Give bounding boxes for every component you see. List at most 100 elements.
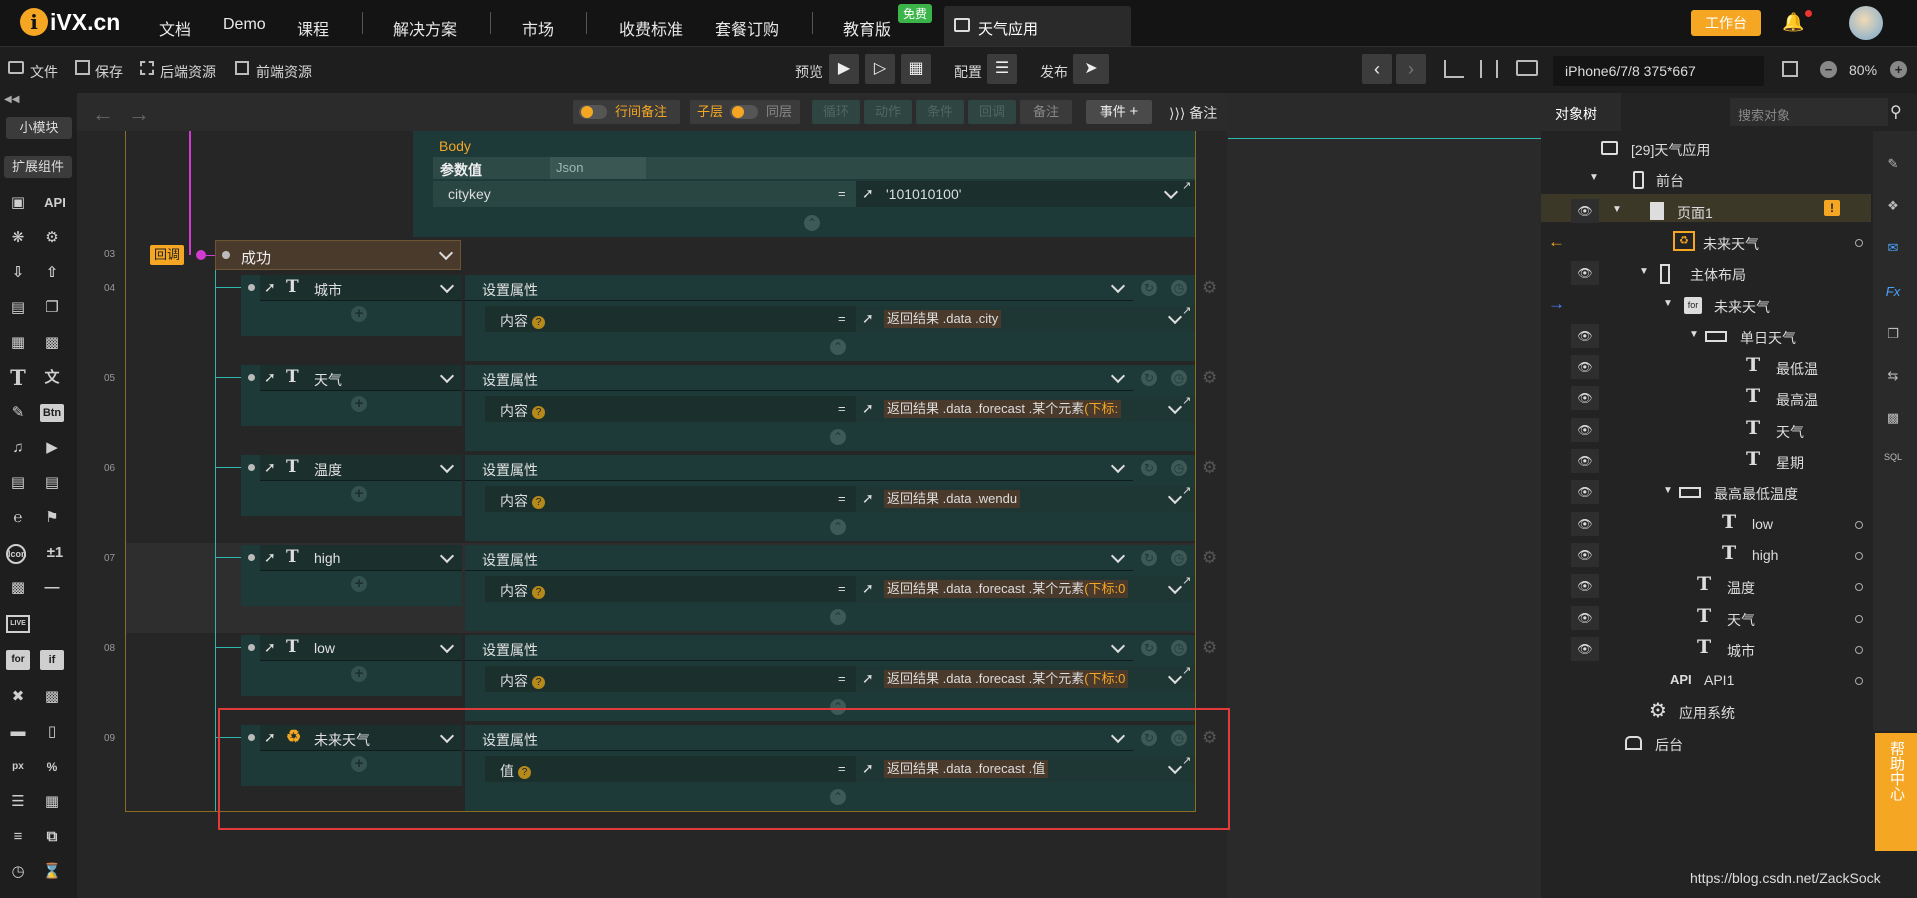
expand-triangle-icon[interactable]: ▼ [1689, 329, 1699, 340]
device-icon[interactable] [1516, 60, 1538, 76]
edit-icon[interactable]: ✎ [6, 401, 30, 425]
copy-icon[interactable]: ❐ [40, 296, 64, 320]
visibility-eye-icon[interactable]: 👁 [1571, 511, 1599, 536]
logo-text[interactable]: iVX.cn [50, 9, 120, 36]
hourglass-icon[interactable]: ⌛ [40, 860, 64, 884]
tree-item-label[interactable]: 后台 [1655, 735, 1683, 755]
property-value-field[interactable]: ➚ 返回结果 .data .forecast .某个元素(下标:0 ↗ [856, 665, 1195, 692]
undo-arrow-icon[interactable]: ← [92, 101, 114, 127]
settings-gear-icon[interactable]: ⚙ [1202, 458, 1217, 478]
add-action-button[interactable]: + [351, 666, 367, 682]
inline-note-toggle[interactable]: 行间备注 [573, 100, 680, 124]
video-icon[interactable]: ▶ [40, 436, 64, 460]
refresh-icon[interactable]: ↻ [1141, 370, 1157, 386]
help-center-button[interactable]: 帮助中心 [1875, 733, 1917, 851]
form-list-icon[interactable]: ▤ [40, 471, 64, 495]
config-sliders-button[interactable]: ☰ [987, 54, 1017, 84]
action-button[interactable]: 动作 [864, 100, 912, 124]
help-icon[interactable]: ? [532, 316, 545, 329]
refresh-icon[interactable]: ↻ [1141, 280, 1157, 296]
form-icon[interactable]: ▤ [6, 471, 30, 495]
transfer-icon[interactable]: ⇆ [1880, 368, 1906, 390]
action-target-select[interactable]: ➚ T 天气 [260, 365, 462, 391]
zoom-out-button[interactable]: − [1820, 61, 1837, 78]
layers-icon[interactable]: ▩ [40, 685, 64, 709]
callback-button[interactable]: 回调 [968, 100, 1016, 124]
function-icon[interactable]: Fx [1880, 284, 1906, 306]
condition-button[interactable]: 条件 [916, 100, 964, 124]
nav-solutions[interactable]: 解决方案 [393, 16, 457, 40]
px-icon[interactable]: px [6, 755, 30, 779]
tree-item-label[interactable]: [29]天气应用 [1631, 140, 1710, 160]
nav-packages[interactable]: 套餐订购 [715, 16, 779, 40]
callback-status-select[interactable]: 成功 [215, 240, 461, 270]
property-value-field[interactable]: ➚ 返回结果 .data .forecast .某个元素(下标:0 ↗ [856, 575, 1195, 602]
tree-item-label[interactable]: 城市 [1727, 641, 1755, 661]
btn-icon[interactable]: Btn [40, 404, 64, 422]
citykey-value-field[interactable]: ➚ '101010100' ↗ [856, 180, 1195, 207]
collapse-up-icon[interactable]: ⌃ [830, 519, 846, 535]
icon-component-icon[interactable]: Icon [6, 544, 27, 564]
add-action-button[interactable]: + [351, 486, 367, 502]
expand-triangle-icon[interactable]: ▼ [1589, 172, 1599, 183]
share-icon[interactable]: ⧉ [40, 825, 64, 849]
dataset-icon[interactable]: ▤ [6, 296, 30, 320]
map-pin-icon[interactable]: ⚑ [40, 506, 64, 530]
add-action-button[interactable]: + [351, 306, 367, 322]
tool-icon[interactable]: ❖ [1880, 198, 1906, 220]
expand-triangle-icon[interactable]: ▼ [1639, 266, 1649, 277]
live-icon[interactable]: LIVE [6, 615, 30, 633]
action-type-select[interactable]: 设置属性 [465, 635, 1133, 661]
play-step-button[interactable]: ▷ [865, 54, 895, 84]
sql-icon[interactable]: SQL [1880, 452, 1906, 474]
row-layout-icon[interactable]: ▬ [6, 720, 30, 744]
if-icon[interactable]: if [40, 650, 64, 670]
refresh-icon[interactable]: ↻ [1141, 640, 1157, 656]
nav-demo[interactable]: Demo [223, 16, 266, 34]
property-value-field[interactable]: ➚ 返回结果 .data .city ↗ [856, 305, 1195, 332]
visibility-eye-icon[interactable]: 👁 [1571, 261, 1599, 286]
tree-item-label[interactable]: API1 [1704, 672, 1734, 688]
percent-icon[interactable]: % [40, 755, 64, 779]
collapse-up-icon[interactable]: ⌃ [804, 215, 820, 231]
refresh-icon[interactable]: ↻ [1141, 550, 1157, 566]
music-icon[interactable]: ♫ [6, 436, 30, 460]
clock-icon[interactable]: ◷ [1171, 370, 1187, 386]
counter-icon[interactable]: ±1 [40, 541, 70, 565]
chat-icon[interactable]: ✉ [1880, 240, 1906, 262]
expand-triangle-icon[interactable]: ▼ [1612, 204, 1622, 215]
action-type-select[interactable]: 设置属性 [465, 455, 1133, 481]
file-menu[interactable]: 文件 [30, 62, 58, 82]
small-modules-button[interactable]: 小模块 [6, 117, 72, 139]
shuffle-icon[interactable]: ✖ [6, 685, 30, 709]
info-icon[interactable]: ✎ [1880, 156, 1906, 178]
visibility-eye-icon[interactable]: 👁 [1571, 636, 1599, 661]
tree-item-label[interactable]: 星期 [1776, 453, 1804, 473]
tree-item-label[interactable]: 最高温 [1776, 390, 1818, 410]
event-add-button[interactable]: 事件 + [1086, 100, 1152, 124]
notes-panel-toggle[interactable]: ⟩⟩⟩ 备注 [1169, 103, 1217, 123]
tree-item-label[interactable]: 温度 [1727, 578, 1755, 598]
translate-icon[interactable]: 文 [40, 366, 64, 390]
tree-item-label[interactable]: high [1752, 547, 1778, 563]
qrcode-icon[interactable]: ▩ [6, 576, 30, 600]
tree-item-label[interactable]: 天气 [1776, 422, 1804, 442]
visibility-eye-icon[interactable]: 👁 [1571, 480, 1599, 505]
collapse-up-icon[interactable]: ⌃ [830, 429, 846, 445]
tree-item-label[interactable]: 未来天气 [1714, 297, 1770, 317]
collapse-arrows-icon[interactable]: ◀◀ [4, 94, 19, 105]
device-selector[interactable]: iPhone6/7/8 375*667 [1553, 56, 1764, 86]
clock-icon[interactable]: ◷ [1171, 280, 1187, 296]
add-action-button[interactable]: + [351, 576, 367, 592]
settings-gear-icon[interactable]: ⚙ [1202, 368, 1217, 388]
copy-icon[interactable]: ❐ [1880, 326, 1906, 348]
loop-button[interactable]: 循环 [812, 100, 860, 124]
align-icon[interactable] [1444, 60, 1464, 78]
avatar[interactable] [1849, 6, 1883, 40]
refresh-icon[interactable]: ↻ [1141, 460, 1157, 476]
arrow-left-icon[interactable]: ← [1548, 232, 1565, 252]
action-type-select[interactable]: 设置属性 [465, 275, 1133, 301]
property-value-field[interactable]: ➚ 返回结果 .data .wendu ↗ [856, 485, 1195, 512]
gear-icon[interactable]: ⚙ [40, 226, 64, 250]
settings-gear-icon[interactable]: ⚙ [1202, 638, 1217, 658]
